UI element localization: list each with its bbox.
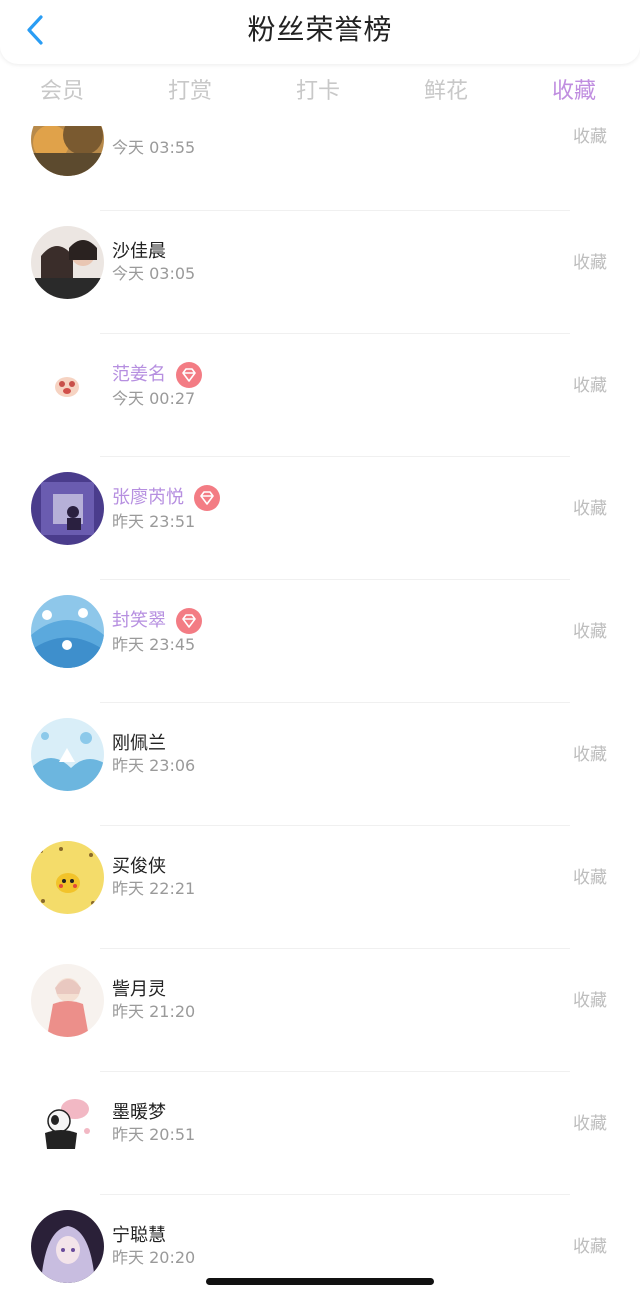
avatar <box>31 841 104 914</box>
fan-name: 张廖芮悦 <box>112 485 220 511</box>
tab-bar: 会员 打赏 打卡 鲜花 收藏 <box>0 66 640 126</box>
favorite-time: 昨天 21:20 <box>112 1002 196 1021</box>
nav-bar: 粉丝荣誉榜 <box>0 0 640 64</box>
favorite-time: 昨天 20:20 <box>112 1248 196 1267</box>
fan-name: 沙佳晨 <box>112 241 166 262</box>
avatar <box>31 226 104 299</box>
fan-name: 刚佩兰 <box>112 733 166 754</box>
list-item[interactable]: 范姜名 今天 00:27 收藏 <box>0 334 640 457</box>
avatar <box>31 595 104 668</box>
list-item[interactable]: 张廖芮悦 昨天 23:51 收藏 <box>0 457 640 580</box>
tab-favorites[interactable]: 收藏 <box>510 66 638 126</box>
favorite-time: 昨天 20:51 <box>112 1125 196 1144</box>
fan-name: 墨暖梦 <box>112 1102 166 1123</box>
diamond-vip-icon <box>194 485 220 511</box>
page-title: 粉丝荣誉榜 <box>247 13 393 46</box>
avatar <box>31 718 104 791</box>
avatar <box>31 349 104 422</box>
fan-name-text: 封笑翠 <box>112 610 166 631</box>
list-item[interactable]: 墨暖梦 昨天 20:51 收藏 <box>0 1072 640 1195</box>
diamond-vip-icon <box>176 608 202 634</box>
favorite-label: 收藏 <box>573 1237 607 1257</box>
favorite-label: 收藏 <box>573 868 607 888</box>
home-indicator[interactable] <box>206 1278 434 1285</box>
tab-reward[interactable]: 打赏 <box>126 66 254 126</box>
fan-name: 范姜名 <box>112 362 202 388</box>
fan-name: 封笑翠 <box>112 608 202 634</box>
favorite-time: 今天 03:55 <box>112 138 196 157</box>
favorite-label: 收藏 <box>573 253 607 273</box>
favorite-time: 今天 03:05 <box>112 264 196 283</box>
avatar <box>31 964 104 1037</box>
fan-name-text: 范姜名 <box>112 364 166 385</box>
favorite-label: 收藏 <box>573 499 607 519</box>
list-item[interactable]: 买俊侠 昨天 22:21 收藏 <box>0 826 640 949</box>
favorite-time: 昨天 23:06 <box>112 756 196 775</box>
list-item[interactable]: 沙佳晨 今天 03:05 收藏 <box>0 211 640 334</box>
favorite-label: 收藏 <box>573 127 607 147</box>
avatar <box>31 1210 104 1283</box>
fan-name: 宁聪慧 <box>112 1225 166 1246</box>
fan-name: 买俊侠 <box>112 856 166 877</box>
favorite-label: 收藏 <box>573 376 607 396</box>
list-item[interactable]: 刚佩兰 昨天 23:06 收藏 <box>0 703 640 826</box>
fan-list: 今天 03:55 收藏 沙佳晨 今天 03:05 收藏 范姜名 今天 00:27… <box>0 86 640 1299</box>
list-item[interactable]: 封笑翠 昨天 23:45 收藏 <box>0 580 640 703</box>
fan-name: 訾月灵 <box>112 979 166 1000</box>
favorite-time: 昨天 23:51 <box>112 512 196 531</box>
avatar <box>31 472 104 545</box>
diamond-vip-icon <box>176 362 202 388</box>
favorite-label: 收藏 <box>573 991 607 1011</box>
tab-member[interactable]: 会员 <box>0 66 126 126</box>
fan-name-text: 张廖芮悦 <box>112 487 184 508</box>
avatar <box>31 1087 104 1160</box>
list-item[interactable]: 訾月灵 昨天 21:20 收藏 <box>0 949 640 1072</box>
tab-checkin[interactable]: 打卡 <box>254 66 382 126</box>
tab-flowers[interactable]: 鲜花 <box>382 66 510 126</box>
favorite-time: 昨天 23:45 <box>112 635 196 654</box>
favorite-label: 收藏 <box>573 1114 607 1134</box>
favorite-time: 昨天 22:21 <box>112 879 196 898</box>
favorite-label: 收藏 <box>573 622 607 642</box>
favorite-time: 今天 00:27 <box>112 389 196 408</box>
favorite-label: 收藏 <box>573 745 607 765</box>
